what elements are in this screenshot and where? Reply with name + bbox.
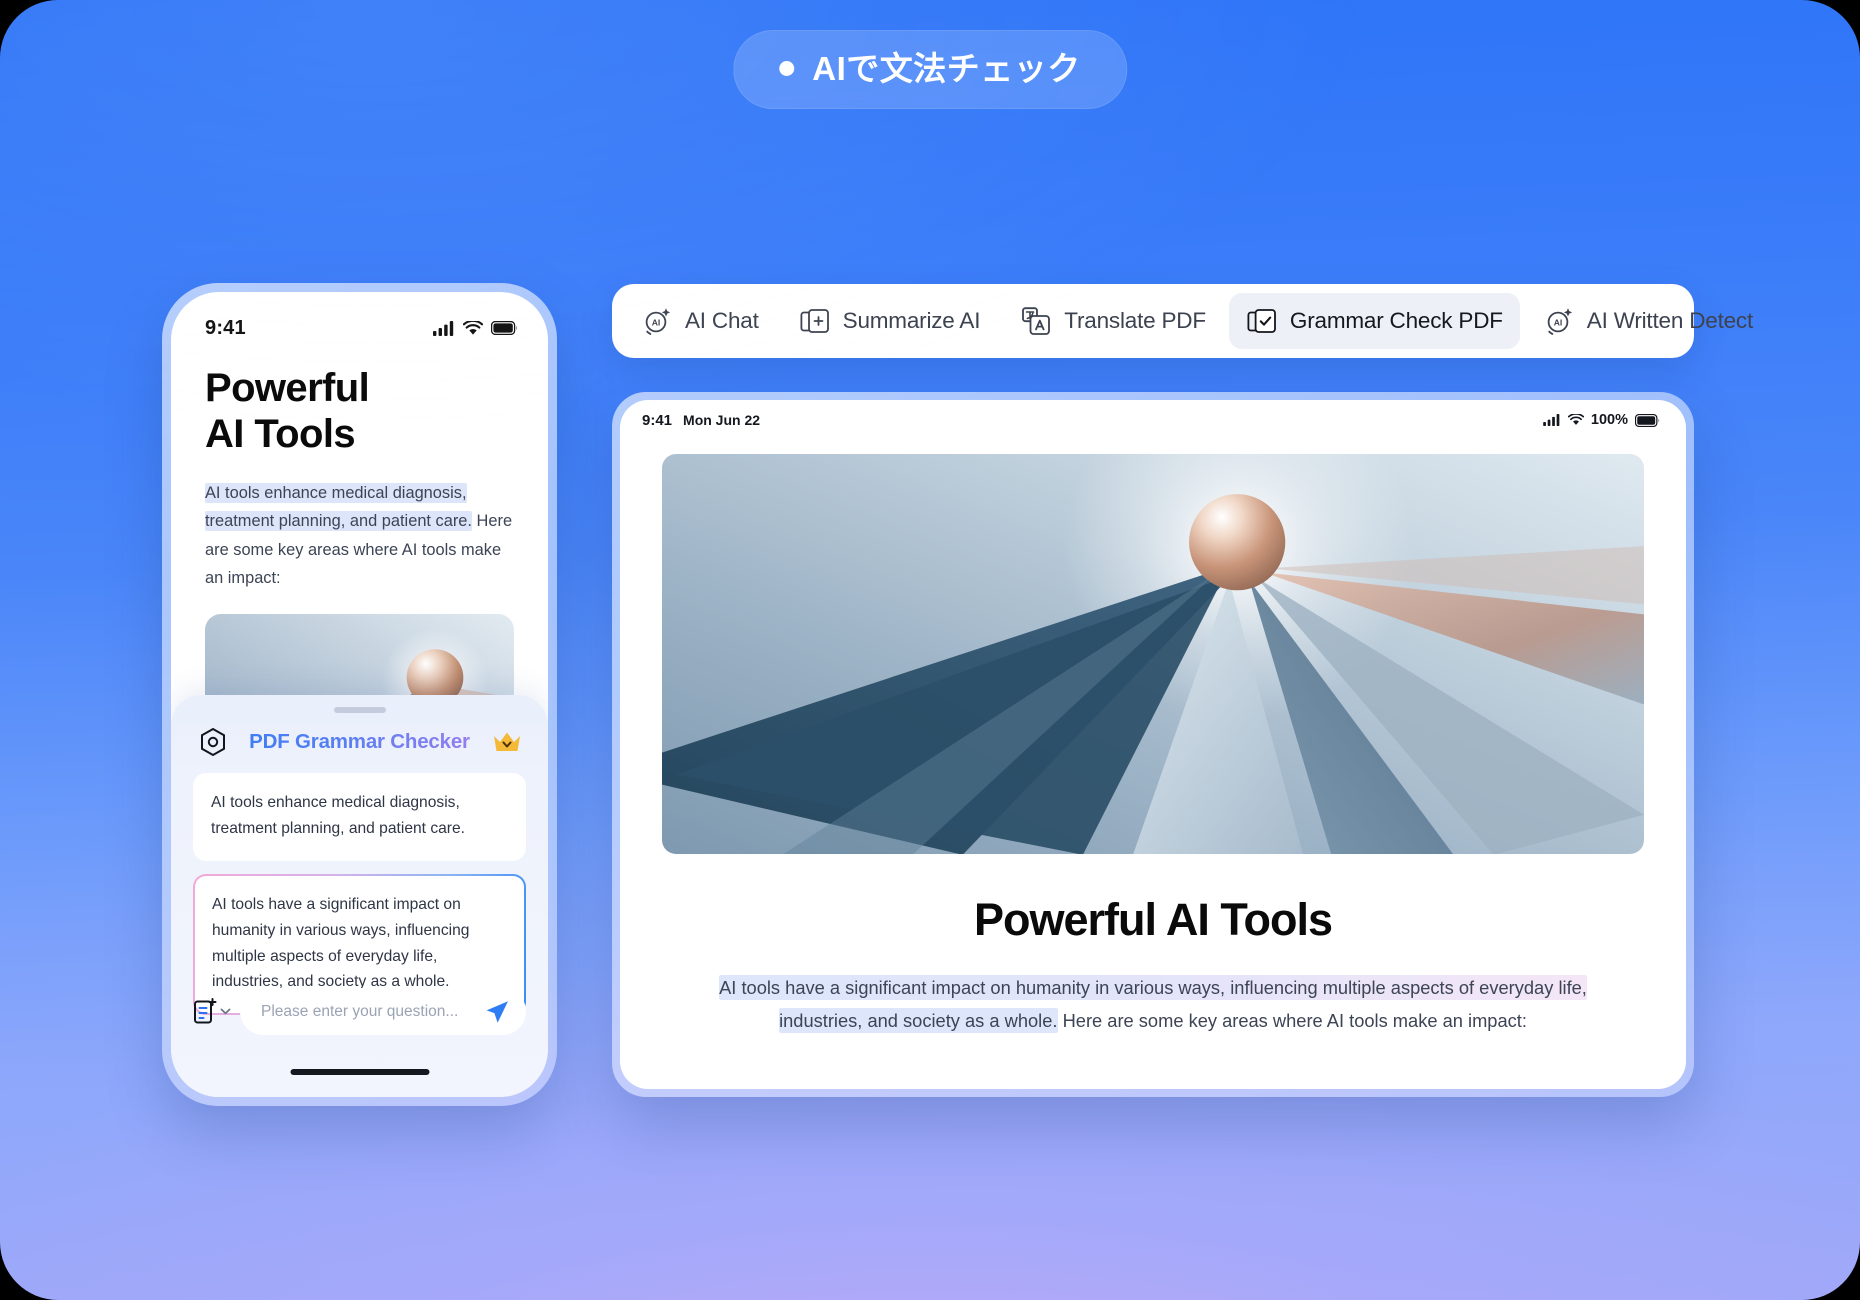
feature-badge: AIで文法チェック: [733, 30, 1127, 109]
tablet-status-left: 9:41 Mon Jun 22: [642, 412, 760, 429]
svg-text:AI: AI: [652, 317, 661, 327]
tablet-mockup: 9:41 Mon Jun 22 100% Powerful AI Tools A…: [612, 392, 1694, 1097]
crown-premium-icon[interactable]: [492, 729, 522, 755]
feature-badge-label: AIで文法チェック: [812, 50, 1081, 87]
sheet-title: PDF Grammar Checker: [227, 730, 492, 754]
document-add-icon: [194, 998, 217, 1024]
wifi-icon: [463, 320, 483, 335]
tab-ai-chat[interactable]: AI AI Chat: [624, 293, 776, 349]
phone-status-icons: [433, 320, 518, 336]
phone-status-bar: 9:41: [171, 292, 548, 350]
tablet-status-date: Mon Jun 22: [683, 411, 761, 428]
chevron-down-icon: [220, 1008, 231, 1015]
ai-sparkle-circle-icon: AI: [1547, 308, 1572, 335]
tab-grammar-check-pdf[interactable]: Grammar Check PDF: [1228, 293, 1520, 349]
wifi-icon: [1567, 414, 1584, 425]
cellular-bars-icon: [1543, 414, 1560, 426]
chat-input-row: [193, 988, 526, 1035]
tab-label: AI Chat: [685, 308, 759, 333]
tablet-grammar-highlight-1[interactable]: AI tools have a significant impact on hu…: [719, 975, 1587, 1000]
hexagon-target-icon[interactable]: [199, 727, 227, 757]
app-canvas: AIで文法チェック 9:41 Powerful AI Tools AI tool…: [0, 0, 1860, 1300]
phone-status-time: 9:41: [205, 316, 246, 339]
tab-label: Summarize AI: [842, 308, 981, 333]
tablet-paragraph: AI tools have a significant impact on hu…: [682, 972, 1624, 1037]
tablet-grammar-highlight-2[interactable]: industries, and society as a whole.: [779, 1007, 1058, 1033]
battery-full-icon: [1635, 413, 1660, 427]
tablet-status-time: 9:41: [642, 411, 673, 429]
tab-ai-written-detect[interactable]: AI AI Written Detect: [1526, 293, 1770, 349]
tablet-status-bar: 9:41 Mon Jun 22 100%: [620, 400, 1686, 432]
document-add-button[interactable]: [193, 998, 231, 1025]
abstract-sphere-prism-art: [662, 454, 1644, 854]
sheet-header: PDF Grammar Checker: [187, 713, 532, 761]
battery-percent-label: 100%: [1590, 412, 1628, 428]
phone-paragraph: AI tools enhance medical diagnosis, trea…: [205, 479, 514, 592]
tablet-paragraph-rest: Here are some key areas where AI tools m…: [1057, 1009, 1527, 1031]
phone-screen: 9:41 Powerful AI Tools AI tools enhance …: [171, 292, 548, 1097]
ai-sparkle-circle-icon: AI: [645, 308, 671, 335]
tablet-status-right: 100%: [1543, 412, 1660, 428]
svg-text:AI: AI: [1554, 317, 1563, 327]
tab-label: Grammar Check PDF: [1289, 308, 1503, 333]
question-input-wrapper[interactable]: [240, 988, 526, 1035]
battery-full-icon: [491, 321, 518, 335]
tab-label: Translate PDF: [1064, 308, 1206, 333]
tablet-hero-image: [662, 454, 1644, 854]
translate-letter-icon: [1022, 307, 1051, 335]
home-indicator: [290, 1069, 429, 1075]
tablet-screen: 9:41 Mon Jun 22 100% Powerful AI Tools A…: [620, 400, 1686, 1089]
tab-label: AI Written Detect: [1586, 308, 1754, 333]
cellular-bars-icon: [433, 320, 454, 336]
tablet-page-title: Powerful AI Tools: [973, 894, 1333, 945]
question-input[interactable]: [261, 1002, 484, 1021]
phone-title-line1: Powerful: [205, 366, 370, 410]
tab-translate-pdf[interactable]: Translate PDF: [1003, 293, 1223, 349]
grammar-checker-sheet: PDF Grammar Checker AI tools enhance med…: [171, 695, 548, 1097]
phone-mockup: 9:41 Powerful AI Tools AI tools enhance …: [162, 283, 557, 1106]
tab-summarize-ai[interactable]: Summarize AI: [782, 293, 998, 349]
original-text-card: AI tools enhance medical diagnosis, trea…: [193, 773, 526, 861]
phone-page-title: Powerful AI Tools: [171, 350, 548, 457]
bullet-dot-icon: [779, 61, 795, 76]
grammar-check-doc-icon: [1247, 309, 1276, 333]
feature-tabbar: AI AI Chat Summarize AI Translate PDF Gr…: [612, 284, 1753, 358]
send-paper-plane-icon[interactable]: [484, 999, 510, 1025]
summarize-doc-icon: [800, 309, 829, 333]
phone-grammar-highlight[interactable]: AI tools enhance medical diagnosis, trea…: [205, 483, 472, 532]
phone-title-line2: AI Tools: [205, 411, 356, 456]
